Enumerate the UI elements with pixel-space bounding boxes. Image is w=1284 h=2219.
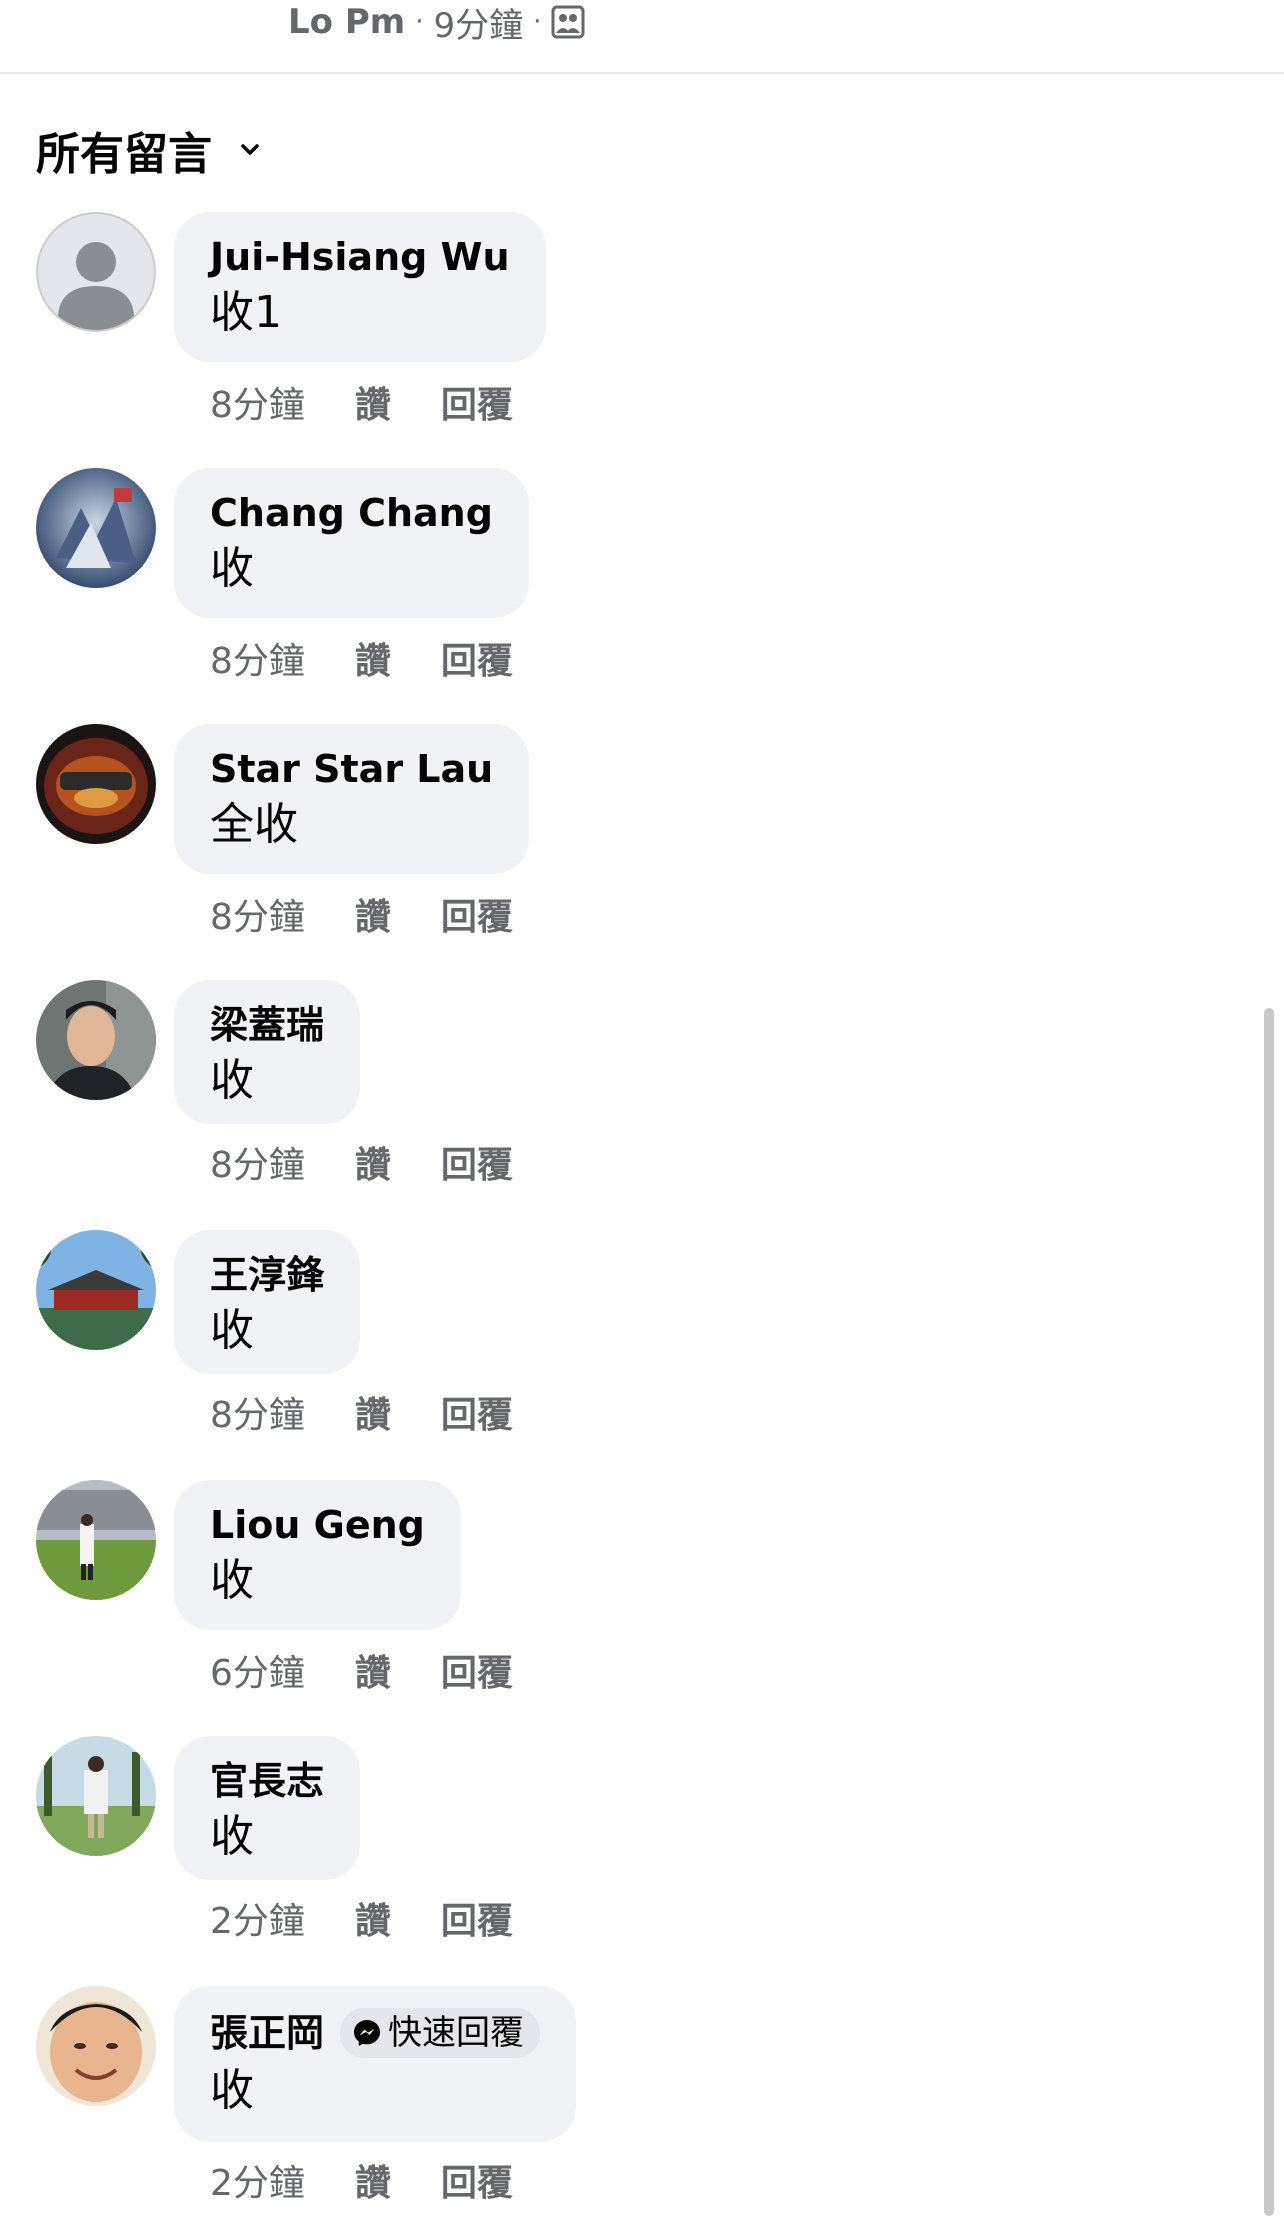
comment-actions: 2分鐘 讚 回覆 <box>210 2154 513 2206</box>
comment-author[interactable]: 梁蓋瑞 <box>210 1002 324 1048</box>
comment-text: 收 <box>210 2065 254 2116</box>
comment-time[interactable]: 6分鐘 <box>210 1644 305 1696</box>
comment-author[interactable]: 官長志 <box>210 1758 324 1804</box>
comment-time[interactable]: 8分鐘 <box>210 632 305 684</box>
comment-author[interactable]: Star Star Lau <box>210 746 493 792</box>
comment-text: 全收 <box>210 799 298 850</box>
comment-actions: 6分鐘 讚 回覆 <box>210 1644 513 1696</box>
like-button[interactable]: 讚 <box>355 1386 391 1438</box>
comment-author-row: 張正岡 快速回覆 <box>210 2008 541 2058</box>
like-button[interactable]: 讚 <box>355 2154 391 2206</box>
avatar[interactable] <box>36 468 156 588</box>
like-button[interactable]: 讚 <box>355 888 391 940</box>
comment-time[interactable]: 8分鐘 <box>210 1386 305 1438</box>
comment-actions: 8分鐘 讚 回覆 <box>210 376 513 428</box>
reply-button[interactable]: 回覆 <box>441 1136 513 1188</box>
comment-bubble[interactable]: Jui-Hsiang Wu 收1 <box>174 212 546 362</box>
comment-time[interactable]: 2分鐘 <box>210 1892 305 1944</box>
reply-button[interactable]: 回覆 <box>441 1386 513 1438</box>
comment-time[interactable]: 2分鐘 <box>210 2154 305 2206</box>
avatar[interactable] <box>36 1480 156 1600</box>
avatar[interactable] <box>36 1986 156 2106</box>
reply-button[interactable]: 回覆 <box>441 2154 513 2206</box>
like-button[interactable]: 讚 <box>355 1892 391 1944</box>
avatar[interactable] <box>36 1736 156 1856</box>
comment-bubble[interactable]: 梁蓋瑞 收 <box>174 980 361 1124</box>
scrollbar[interactable] <box>1264 1008 1274 2216</box>
reply-button[interactable]: 回覆 <box>441 1644 513 1696</box>
comment-author[interactable]: 王淳鋒 <box>210 1252 324 1298</box>
comment-author[interactable]: 張正岡 <box>210 2010 324 2056</box>
comment-bubble[interactable]: Chang Chang 收 <box>174 468 529 618</box>
comment-actions: 2分鐘 讚 回覆 <box>210 1892 513 1944</box>
reply-button[interactable]: 回覆 <box>441 376 513 428</box>
comment-time[interactable]: 8分鐘 <box>210 888 305 940</box>
comment-text: 收 <box>210 543 254 594</box>
comment-time[interactable]: 8分鐘 <box>210 1136 305 1188</box>
messenger-icon <box>354 2020 381 2046</box>
avatar[interactable] <box>36 1230 156 1350</box>
comment-bubble[interactable]: 王淳鋒 收 <box>174 1230 361 1374</box>
comment-text: 收 <box>210 1055 254 1106</box>
comment-actions: 8分鐘 讚 回覆 <box>210 888 513 940</box>
comment-text: 收 <box>210 1555 254 1606</box>
comment-text: 收1 <box>210 287 282 338</box>
comment-text: 收 <box>210 1305 254 1356</box>
post-author[interactable]: Lo Pm <box>288 2 405 42</box>
comment-actions: 8分鐘 讚 回覆 <box>210 1386 513 1438</box>
comment-text: 收 <box>210 1811 254 1862</box>
comment-actions: 8分鐘 讚 回覆 <box>210 632 513 684</box>
comments-filter-label: 所有留言 <box>36 129 212 180</box>
like-button[interactable]: 讚 <box>355 632 391 684</box>
comments-filter-button[interactable]: 所有留言 <box>36 118 262 182</box>
post-header: Lo Pm · 9分鐘 · <box>0 0 1284 74</box>
quick-reply-badge[interactable]: 快速回覆 <box>340 2008 541 2058</box>
comment-bubble[interactable]: 張正岡 快速回覆 收 <box>174 1986 577 2142</box>
comment-author[interactable]: Jui-Hsiang Wu <box>210 234 510 280</box>
like-button[interactable]: 讚 <box>355 1644 391 1696</box>
separator-dot: · <box>415 7 424 37</box>
comment-author[interactable]: Chang Chang <box>210 490 493 536</box>
quick-reply-label: 快速回覆 <box>388 2013 525 2053</box>
like-button[interactable]: 讚 <box>355 376 391 428</box>
avatar[interactable] <box>36 212 156 332</box>
post-time[interactable]: 9分鐘 <box>433 0 523 47</box>
comment-bubble[interactable]: Star Star Lau 全收 <box>174 724 530 874</box>
friends-audience-icon[interactable] <box>551 5 585 39</box>
post-meta: Lo Pm · 9分鐘 · <box>288 0 585 47</box>
reply-button[interactable]: 回覆 <box>441 1892 513 1944</box>
comment-bubble[interactable]: Liou Geng 收 <box>174 1480 461 1630</box>
chevron-down-icon <box>241 144 259 155</box>
reply-button[interactable]: 回覆 <box>441 888 513 940</box>
comment-bubble[interactable]: 官長志 收 <box>174 1736 361 1880</box>
reply-button[interactable]: 回覆 <box>441 632 513 684</box>
comment-actions: 8分鐘 讚 回覆 <box>210 1136 513 1188</box>
comment-time[interactable]: 8分鐘 <box>210 376 305 428</box>
avatar[interactable] <box>36 724 156 844</box>
avatar[interactable] <box>36 980 156 1100</box>
separator-dot: · <box>533 7 542 37</box>
like-button[interactable]: 讚 <box>355 1136 391 1188</box>
comment-author[interactable]: Liou Geng <box>210 1502 425 1548</box>
